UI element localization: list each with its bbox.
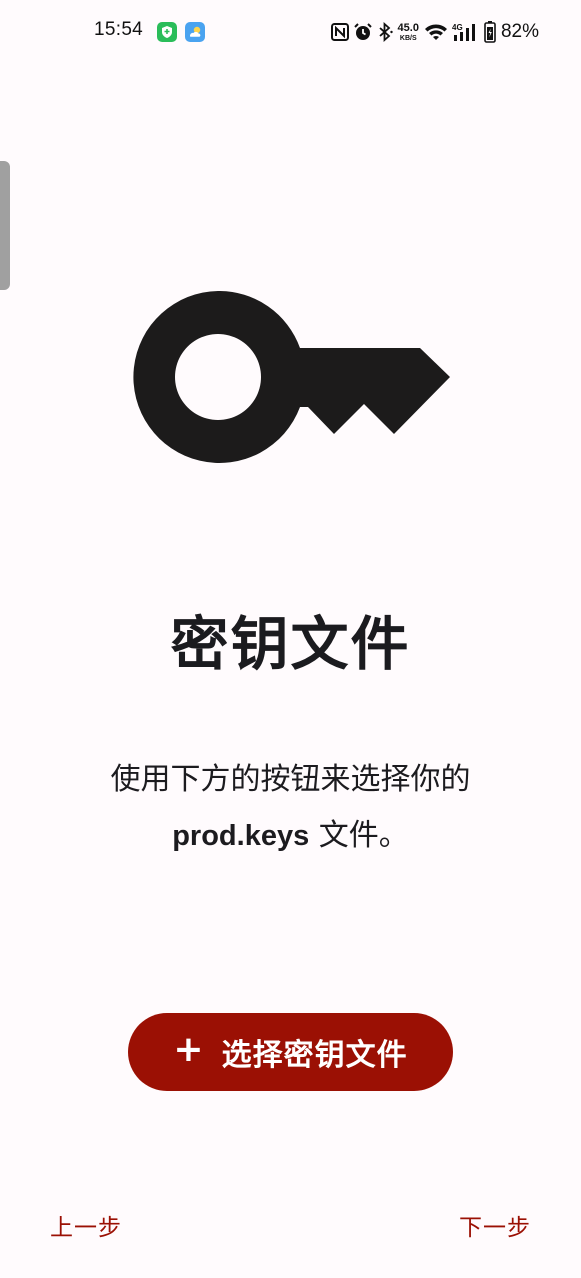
select-keys-button-label: 选择密钥文件 <box>221 1038 408 1073</box>
status-time: 15:54 <box>94 19 144 40</box>
page-title: 密钥文件 <box>170 610 411 678</box>
status-bar: 15:54 45.0 KB/S 4G 82% <box>0 0 581 64</box>
description: 使用下方的按钮来选择你的 prod.keys 文件。 <box>40 752 541 864</box>
plus-icon: + <box>173 1029 204 1070</box>
network-type-label: 4G <box>452 23 463 32</box>
keys-filename: prod.keys <box>172 820 310 852</box>
status-right-group: 45.0 KB/S 4G 82% <box>330 20 539 44</box>
nfc-icon <box>330 23 349 41</box>
description-line-2: prod.keys 文件。 <box>40 808 541 864</box>
net-speed-unit: KB/S <box>399 34 417 42</box>
next-step-button[interactable]: 下一步 <box>459 1208 531 1242</box>
wifi-icon <box>424 24 447 40</box>
shield-app-icon <box>157 22 177 42</box>
signal-icon: 4G <box>452 23 475 41</box>
net-speed: 45.0 KB/S <box>397 21 419 42</box>
net-speed-value: 45.0 <box>397 21 419 34</box>
description-suffix: 文件。 <box>309 818 409 853</box>
battery-percent: 82% <box>500 21 539 42</box>
previous-step-button[interactable]: 上一步 <box>50 1208 122 1242</box>
battery-icon <box>484 21 496 43</box>
weather-app-icon <box>185 22 205 42</box>
bluetooth-icon <box>378 22 393 42</box>
alarm-icon <box>353 23 372 40</box>
edge-drag-handle[interactable] <box>0 161 10 290</box>
key-icon <box>133 291 450 463</box>
description-line-1: 使用下方的按钮来选择你的 <box>110 762 471 797</box>
select-keys-button[interactable]: + 选择密钥文件 <box>128 1013 453 1091</box>
